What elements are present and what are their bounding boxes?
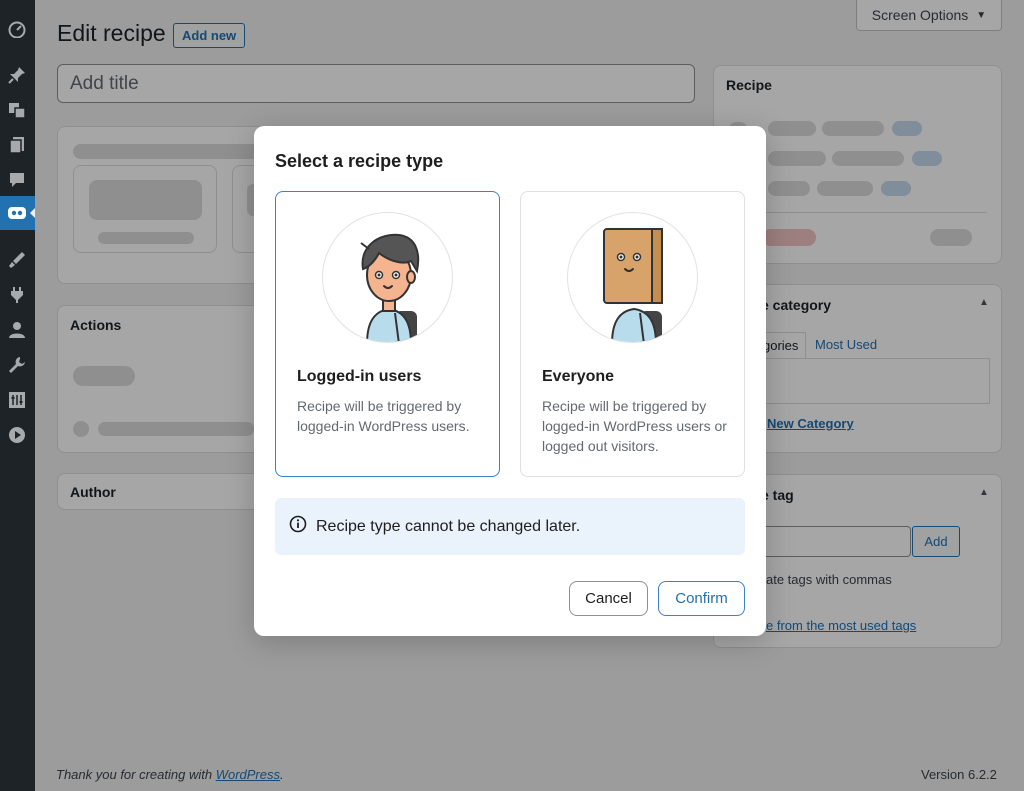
play-icon[interactable]	[7, 425, 27, 445]
plugins-icon[interactable]	[7, 285, 27, 305]
media-icon[interactable]	[7, 100, 27, 120]
cancel-button[interactable]: Cancel	[569, 581, 648, 616]
admin-sidebar	[0, 0, 36, 791]
option-title: Logged-in users	[297, 368, 422, 385]
option-everyone[interactable]: Everyone Recipe will be triggered by log…	[520, 191, 745, 477]
settings-sliders-icon[interactable]	[7, 390, 27, 410]
pin-icon[interactable]	[7, 65, 27, 85]
logged-in-user-illustration	[322, 212, 453, 343]
modal-title: Select a recipe type	[275, 151, 444, 171]
dashboard-icon[interactable]	[7, 19, 27, 39]
option-logged-in-users[interactable]: Logged-in users Recipe will be triggered…	[275, 191, 500, 477]
comments-icon[interactable]	[7, 170, 27, 190]
confirm-button[interactable]: Confirm	[658, 581, 745, 616]
option-description: Recipe will be triggered by logged-in Wo…	[297, 398, 470, 434]
tools-icon[interactable]	[7, 355, 27, 375]
users-icon[interactable]	[7, 320, 27, 340]
info-notice: Recipe type cannot be changed later.	[275, 498, 745, 555]
pages-icon[interactable]	[7, 135, 27, 155]
option-description: Recipe will be triggered by logged-in Wo…	[542, 398, 727, 454]
notice-text: Recipe type cannot be changed later.	[316, 517, 581, 535]
anonymous-user-illustration	[567, 212, 698, 343]
appearance-icon[interactable]	[7, 250, 27, 270]
automator-icon[interactable]	[7, 203, 27, 223]
info-icon	[289, 515, 307, 538]
recipe-type-modal: Select a recipe type Logged-in users Rec…	[254, 126, 766, 636]
option-title: Everyone	[542, 368, 615, 385]
